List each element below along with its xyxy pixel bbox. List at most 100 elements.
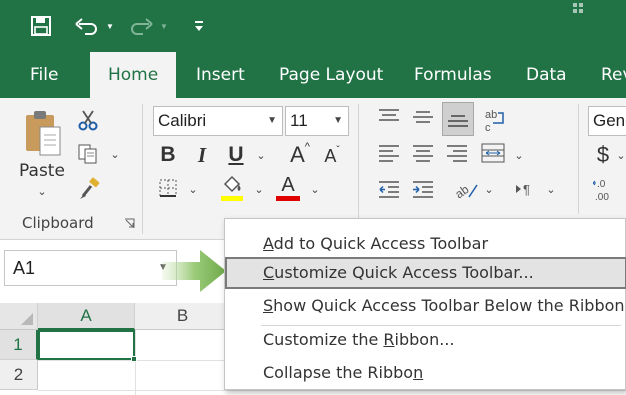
menu-item-customize-ribbon[interactable]: Customize the Ribbon...: [225, 323, 626, 357]
font-size-value: 11: [290, 111, 308, 130]
window-controls-icon: [570, 0, 620, 18]
font-name-value: Calibri: [158, 111, 207, 130]
redo-icon[interactable]: [126, 12, 156, 40]
align-right-icon[interactable]: [444, 142, 470, 164]
menu-item-text: Customize the: [263, 330, 384, 349]
fill-handle[interactable]: [131, 356, 137, 362]
tab-page-layout[interactable]: Page Layout: [275, 52, 387, 98]
redo-dropdown-icon[interactable]: ▼: [158, 12, 170, 40]
menu-item-accelerator: R: [383, 330, 395, 349]
top-align-icon[interactable]: [376, 106, 402, 128]
align-left-icon[interactable]: [376, 142, 402, 164]
menu-item-text: Collapse the Ribbo: [263, 363, 414, 382]
copy-dropdown-icon[interactable]: ⌄: [108, 146, 122, 162]
font-size-dropdown-icon[interactable]: ▼: [333, 107, 343, 135]
clipboard-group-label: Clipboard: [22, 214, 94, 232]
column-header-b[interactable]: B: [135, 303, 231, 330]
menu-item-show-qat-below[interactable]: Show Quick Access Toolbar Below the Ribb…: [225, 289, 626, 323]
font-color-button[interactable]: A: [274, 174, 302, 202]
copy-icon[interactable]: [76, 142, 100, 166]
decrease-indent-icon[interactable]: [376, 178, 402, 200]
borders-dropdown-icon[interactable]: ⌄: [186, 180, 200, 198]
menu-item-customize-qat[interactable]: Customize Quick Access Toolbar...: [225, 257, 626, 289]
active-cell-a1[interactable]: [38, 330, 135, 360]
decrease-decimal-icon[interactable]: .0.00: [592, 176, 620, 204]
menu-item-text: how Quick Access Toolbar Below the Ribbo…: [273, 296, 625, 315]
name-box-value: A1: [13, 258, 36, 278]
font-name-select[interactable]: Calibri ▼: [153, 106, 283, 136]
underline-button[interactable]: U: [224, 142, 248, 168]
pointer-arrow-icon: [162, 248, 228, 294]
orientation-icon[interactable]: ab: [452, 176, 480, 202]
font-name-dropdown-icon[interactable]: ▼: [267, 107, 277, 135]
menu-item-add-to-qat[interactable]: Add to Quick Access Toolbar: [225, 227, 626, 261]
merge-center-icon[interactable]: [480, 142, 506, 164]
tab-data[interactable]: Data: [522, 52, 571, 98]
currency-button[interactable]: $: [592, 142, 614, 168]
fill-color-icon[interactable]: [218, 174, 246, 202]
svg-text:ab: ab: [453, 182, 472, 201]
paragraph-direction-icon[interactable]: ¶: [512, 178, 540, 200]
grow-font-button[interactable]: A ^: [286, 140, 314, 170]
merge-dropdown-icon[interactable]: ⌄: [512, 146, 526, 164]
save-icon[interactable]: [28, 12, 54, 40]
paste-button-label[interactable]: Paste: [16, 160, 68, 182]
format-painter-icon[interactable]: [76, 176, 104, 202]
customize-qat-dropdown-icon[interactable]: [190, 12, 208, 40]
increase-indent-icon[interactable]: [410, 178, 436, 200]
menu-item-text: ustomize Quick Access Toolbar...: [274, 263, 534, 282]
ribbon-divider: [358, 104, 359, 234]
wrap-text-icon[interactable]: ab c: [482, 106, 508, 134]
gridline: [38, 390, 626, 391]
align-center-icon[interactable]: [410, 142, 436, 164]
underline-dropdown-icon[interactable]: ⌄: [254, 146, 268, 164]
bottom-align-icon[interactable]: [442, 102, 474, 136]
orientation-dropdown-icon[interactable]: ⌄: [482, 180, 496, 198]
svg-text:.00: .00: [595, 192, 609, 203]
svg-text:¶: ¶: [523, 182, 530, 197]
number-format-value: Gene: [593, 111, 626, 130]
currency-dropdown-icon[interactable]: ⌄: [616, 146, 626, 164]
number-format-select[interactable]: Gene: [588, 106, 626, 136]
menu-item-collapse-ribbon[interactable]: Collapse the Ribbon: [225, 356, 626, 390]
select-all-corner[interactable]: [0, 303, 38, 330]
tab-review[interactable]: Rev: [597, 52, 626, 98]
font-color-dropdown-icon[interactable]: ⌄: [308, 180, 322, 198]
name-box[interactable]: A1 ▼: [4, 250, 177, 286]
bold-button[interactable]: B: [156, 142, 180, 168]
tab-formulas[interactable]: Formulas: [410, 52, 496, 98]
svg-text:ab: ab: [485, 109, 497, 121]
tab-home[interactable]: Home: [90, 52, 177, 98]
font-color-letter: A: [281, 174, 295, 196]
paste-dropdown-icon[interactable]: ⌄: [34, 184, 50, 198]
gridline: [135, 330, 136, 395]
shrink-font-label: A: [324, 145, 337, 166]
row-header-1[interactable]: 1: [0, 330, 38, 360]
tab-insert[interactable]: Insert: [192, 52, 249, 98]
borders-icon[interactable]: [156, 176, 180, 200]
middle-align-icon[interactable]: [410, 106, 436, 128]
column-header-a[interactable]: A: [38, 303, 135, 330]
italic-button[interactable]: I: [190, 142, 214, 168]
grow-font-icon: ^: [304, 141, 310, 153]
paste-icon[interactable]: [20, 108, 64, 158]
qat-context-menu: Add to Quick Access Toolbar Customize Qu…: [224, 218, 626, 390]
tab-file[interactable]: File: [26, 52, 62, 98]
clipboard-dialog-launcher-icon[interactable]: [122, 216, 136, 230]
paragraph-direction-dropdown-icon[interactable]: ⌄: [544, 180, 558, 198]
cut-icon[interactable]: [76, 108, 100, 132]
svg-text:.0: .0: [597, 179, 606, 190]
shrink-font-button[interactable]: Aˇ: [318, 142, 346, 170]
menu-item-accelerator: C: [263, 263, 275, 282]
undo-icon[interactable]: [72, 12, 102, 40]
row-header-2[interactable]: 2: [0, 360, 38, 390]
menu-item-accelerator: S: [263, 296, 274, 315]
font-color-swatch: [276, 196, 300, 201]
ribbon-divider: [142, 104, 143, 234]
menu-item-text: ibbon...: [394, 330, 455, 349]
shrink-font-icon: ˇ: [336, 144, 340, 156]
font-size-select[interactable]: 11 ▼: [285, 106, 349, 136]
menu-item-accelerator: A: [263, 234, 274, 253]
undo-dropdown-icon[interactable]: ▼: [104, 12, 116, 40]
fill-color-dropdown-icon[interactable]: ⌄: [252, 180, 266, 198]
